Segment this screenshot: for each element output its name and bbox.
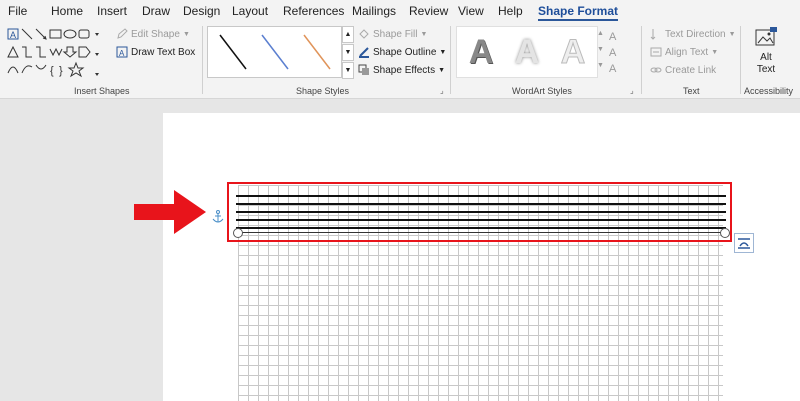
chevron-down-icon: ▼: [182, 30, 190, 38]
shape-fill-button[interactable]: Shape Fill ▼: [358, 28, 427, 40]
more-icon[interactable]: ▼: [342, 62, 354, 79]
wordart-style-gray[interactable]: A: [461, 32, 501, 72]
active-tab-underline: [538, 19, 618, 21]
wordart-style-shadow[interactable]: A: [507, 32, 547, 72]
create-link-label: Create Link: [665, 64, 717, 76]
align-text-icon: [650, 47, 662, 57]
dialog-launcher-icon[interactable]: ⌟: [440, 86, 444, 95]
svg-text:A: A: [119, 49, 125, 58]
wordart-gallery[interactable]: A A A: [456, 26, 598, 78]
edit-shape-button[interactable]: Edit Shape ▼: [116, 28, 190, 40]
layout-options-icon: [738, 238, 750, 249]
ribbon: A { } Edit Shape ▼ A Draw Text Box Inser…: [0, 22, 800, 99]
accessibility-group-label: Accessibility: [744, 86, 794, 96]
svg-text:A: A: [609, 47, 617, 59]
alt-text-icon: [755, 27, 777, 46]
wordart-styles-group-label: WordArt Styles: [512, 86, 572, 96]
chevron-down-icon: ▼: [728, 30, 736, 38]
scroll-up-icon[interactable]: ▲: [342, 26, 354, 43]
shape-style-previews: [219, 34, 331, 70]
tab-references[interactable]: References: [283, 4, 344, 18]
red-arrow-icon: [134, 190, 206, 234]
menu-bar: File Home Insert Draw Design Layout Refe…: [0, 0, 800, 22]
group-separator: [641, 26, 642, 94]
insert-shapes-group-label: Insert Shapes: [74, 86, 130, 96]
shapes-gallery[interactable]: A { }: [6, 27, 102, 79]
chevron-down-icon: ▼: [711, 48, 719, 56]
shape-effects-label: Shape Effects: [373, 64, 436, 76]
svg-text:}: }: [59, 65, 63, 77]
svg-text:A: A: [609, 31, 617, 43]
wordart-scroll-buttons[interactable]: ▲ ▼ ▼: [597, 26, 607, 76]
align-text-label: Align Text: [665, 46, 709, 58]
shape-outline-button[interactable]: Shape Outline ▼: [358, 46, 446, 58]
align-text-button[interactable]: Align Text ▼: [650, 46, 718, 58]
shape-fill-label: Shape Fill: [373, 28, 418, 40]
tab-insert[interactable]: Insert: [97, 4, 127, 18]
paint-bucket-icon: [359, 29, 369, 39]
tab-help[interactable]: Help: [498, 4, 523, 18]
text-direction-label: Text Direction: [665, 28, 726, 40]
group-separator: [450, 26, 451, 94]
text-direction-button[interactable]: Text Direction ▼: [650, 28, 736, 40]
svg-text:{: {: [50, 65, 54, 77]
draw-text-box-button[interactable]: A Draw Text Box: [116, 46, 195, 58]
tab-draw[interactable]: Draw: [142, 4, 170, 18]
effects-icon: [358, 64, 369, 75]
pen-outline-icon: [359, 47, 369, 58]
shape-styles-group-label: Shape Styles: [296, 86, 350, 96]
style-orange-line: [303, 34, 331, 70]
edit-shape-label: Edit Shape: [131, 28, 180, 40]
shape-outline-label: Shape Outline: [373, 46, 437, 58]
tab-layout[interactable]: Layout: [232, 4, 268, 18]
alt-text-label-line1: Alt: [760, 52, 772, 63]
chevron-down-icon: ▼: [420, 30, 428, 38]
group-separator: [740, 26, 741, 94]
scroll-down-icon[interactable]: ▼: [342, 44, 354, 61]
svg-text:A: A: [609, 63, 617, 75]
text-box-icon: A: [116, 46, 128, 58]
chevron-down-icon: ▼: [439, 48, 447, 56]
shape-styles-gallery[interactable]: [207, 26, 342, 78]
text-fill-outline-effects-icons[interactable]: A A A: [607, 28, 625, 76]
dialog-launcher-icon[interactable]: ⌟: [630, 86, 634, 95]
tab-home[interactable]: Home: [51, 4, 83, 18]
chevron-down-icon: ▼: [438, 66, 446, 74]
alt-text-label-line2: Text: [756, 64, 776, 75]
tab-file[interactable]: File: [8, 4, 27, 18]
tab-design[interactable]: Design: [183, 4, 220, 18]
text-direction-icon: [650, 29, 656, 40]
red-highlight-box: [227, 182, 732, 242]
layout-options-button[interactable]: [734, 233, 754, 253]
create-link-button[interactable]: Create Link: [650, 64, 716, 76]
tab-mailings[interactable]: Mailings: [352, 4, 396, 18]
link-icon: [650, 67, 662, 73]
styles-scroll-buttons[interactable]: ▲ ▼ ▼: [342, 26, 354, 79]
draw-text-box-label: Draw Text Box: [131, 46, 196, 58]
shape-effects-button[interactable]: Shape Effects ▼: [358, 64, 445, 76]
tab-review[interactable]: Review: [409, 4, 448, 18]
tab-view[interactable]: View: [458, 4, 484, 18]
style-blue-line: [261, 34, 289, 70]
style-black-line: [219, 34, 247, 70]
alt-text-button[interactable]: Alt Text: [747, 27, 785, 83]
anchor-icon: [212, 210, 224, 223]
tab-shape-format[interactable]: Shape Format: [538, 4, 618, 18]
svg-text:A: A: [10, 30, 16, 40]
group-separator: [202, 26, 203, 94]
text-group-label: Text: [683, 86, 700, 96]
wordart-style-outline[interactable]: A: [553, 32, 593, 72]
edit-shape-icon: [117, 28, 128, 39]
